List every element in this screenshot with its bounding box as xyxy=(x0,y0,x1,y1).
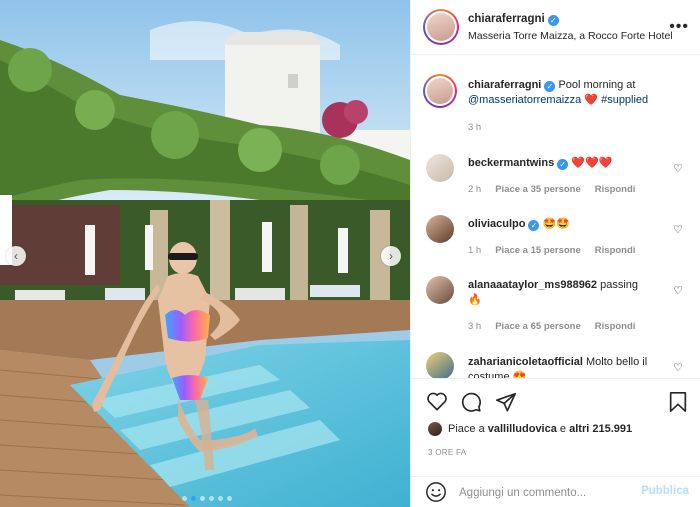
comments-list[interactable]: chiaraferragni ✓ Pool morning at @masseri… xyxy=(411,56,700,378)
commenter-username[interactable]: alanaaataylor_ms988962 xyxy=(468,279,597,291)
post-header: chiaraferragni ✓ Masseria Torre Maizza, a… xyxy=(411,0,700,55)
liker-username[interactable]: vallilludovica xyxy=(488,423,557,435)
comment-input[interactable] xyxy=(459,483,639,503)
carousel-dot-active xyxy=(191,496,196,501)
share-icon[interactable] xyxy=(495,391,517,413)
author-avatar[interactable] xyxy=(423,9,459,45)
bookmark-icon[interactable] xyxy=(668,391,688,413)
commenter-avatar[interactable] xyxy=(426,154,454,182)
post-location[interactable]: Masseria Torre Maizza, a Rocco Forte Hot… xyxy=(468,30,673,42)
verified-badge-icon: ✓ xyxy=(528,220,540,231)
caption-emoji: ❤️ xyxy=(584,94,599,106)
heart-icon[interactable]: ♡ xyxy=(673,162,683,175)
publish-button[interactable]: Pubblica xyxy=(641,485,689,497)
caption-avatar[interactable] xyxy=(423,74,457,108)
pool-scene-image xyxy=(0,0,410,507)
verified-badge-icon: ✓ xyxy=(557,159,569,170)
comment-time[interactable]: 2 h xyxy=(468,184,481,195)
liker-avatar xyxy=(428,422,442,436)
commenter-avatar[interactable] xyxy=(426,276,454,304)
comment-time[interactable]: 3 h xyxy=(468,321,481,332)
comment-time[interactable]: 1 h xyxy=(468,245,481,256)
reply-button[interactable]: Rispondi xyxy=(595,184,636,195)
comment-text: 🤩🤩 xyxy=(542,218,570,230)
carousel-dot xyxy=(200,496,205,501)
comment-icon[interactable] xyxy=(460,391,482,413)
more-options-icon[interactable]: ••• xyxy=(669,18,689,36)
caption-mention[interactable]: @masseriatorremaizza xyxy=(468,94,581,106)
carousel-prev-button[interactable]: ‹ xyxy=(6,246,26,266)
post-side-panel: chiaraferragni ✓ Masseria Torre Maizza, a… xyxy=(410,0,700,507)
commenter-username[interactable]: oliviaculpo xyxy=(468,218,525,230)
comment-emoji: 😍 xyxy=(512,371,527,378)
comment-text: ❤️❤️❤️ xyxy=(571,157,613,169)
action-bar: Piace a vallilludovica e altri 215.991 3… xyxy=(411,378,700,464)
heart-icon[interactable]: ♡ xyxy=(673,361,683,374)
verified-badge-icon: ✓ xyxy=(547,15,559,26)
commenter-username[interactable]: beckermantwins xyxy=(468,157,554,169)
likes-middle: e xyxy=(559,423,567,435)
carousel-dot xyxy=(182,496,187,501)
likes-summary[interactable]: Piace a vallilludovica e altri 215.991 xyxy=(428,422,632,436)
carousel-next-button[interactable]: › xyxy=(381,246,401,266)
verified-badge-icon: ✓ xyxy=(544,81,556,92)
reply-button[interactable]: Rispondi xyxy=(595,321,636,332)
comment-composer: Pubblica xyxy=(411,476,700,507)
caption-hashtag[interactable]: #supplied xyxy=(601,94,648,106)
caption-time[interactable]: 3 h xyxy=(468,122,481,133)
post-photo[interactable]: ‹ › xyxy=(0,0,410,507)
heart-icon[interactable] xyxy=(426,391,448,411)
commenter-avatar[interactable] xyxy=(426,352,454,378)
caption-username[interactable]: chiaraferragni xyxy=(468,79,541,91)
comment-emoji: 🔥 xyxy=(468,294,482,306)
commenter-avatar[interactable] xyxy=(426,215,454,243)
likes-others[interactable]: altri 215.991 xyxy=(569,423,632,435)
comment-likes[interactable]: Piace a 35 persone xyxy=(495,184,581,195)
comment-likes[interactable]: Piace a 15 persone xyxy=(495,245,581,256)
carousel-dot xyxy=(227,496,232,501)
carousel-indicator xyxy=(182,496,232,501)
post-timestamp[interactable]: 3 ORE FA xyxy=(428,448,466,457)
heart-icon[interactable]: ♡ xyxy=(673,284,683,297)
likes-prefix: Piace a xyxy=(448,423,485,435)
smiley-icon[interactable] xyxy=(425,481,447,503)
chevron-right-icon: › xyxy=(389,249,393,263)
carousel-dot xyxy=(218,496,223,501)
carousel-dot xyxy=(209,496,214,501)
caption-text: Pool morning at xyxy=(558,79,636,91)
comment-likes[interactable]: Piace a 65 persone xyxy=(495,321,581,332)
instagram-post: ‹ › chiaraferragni ✓ Masseria Torre Maizz… xyxy=(0,0,700,507)
chevron-left-icon: ‹ xyxy=(14,249,18,263)
reply-button[interactable]: Rispondi xyxy=(595,245,636,256)
comment-text: passing xyxy=(600,279,639,291)
author-username[interactable]: chiaraferragni xyxy=(468,13,545,25)
heart-icon[interactable]: ♡ xyxy=(673,223,683,236)
commenter-username[interactable]: zaharianicoletaofficial xyxy=(468,356,583,368)
